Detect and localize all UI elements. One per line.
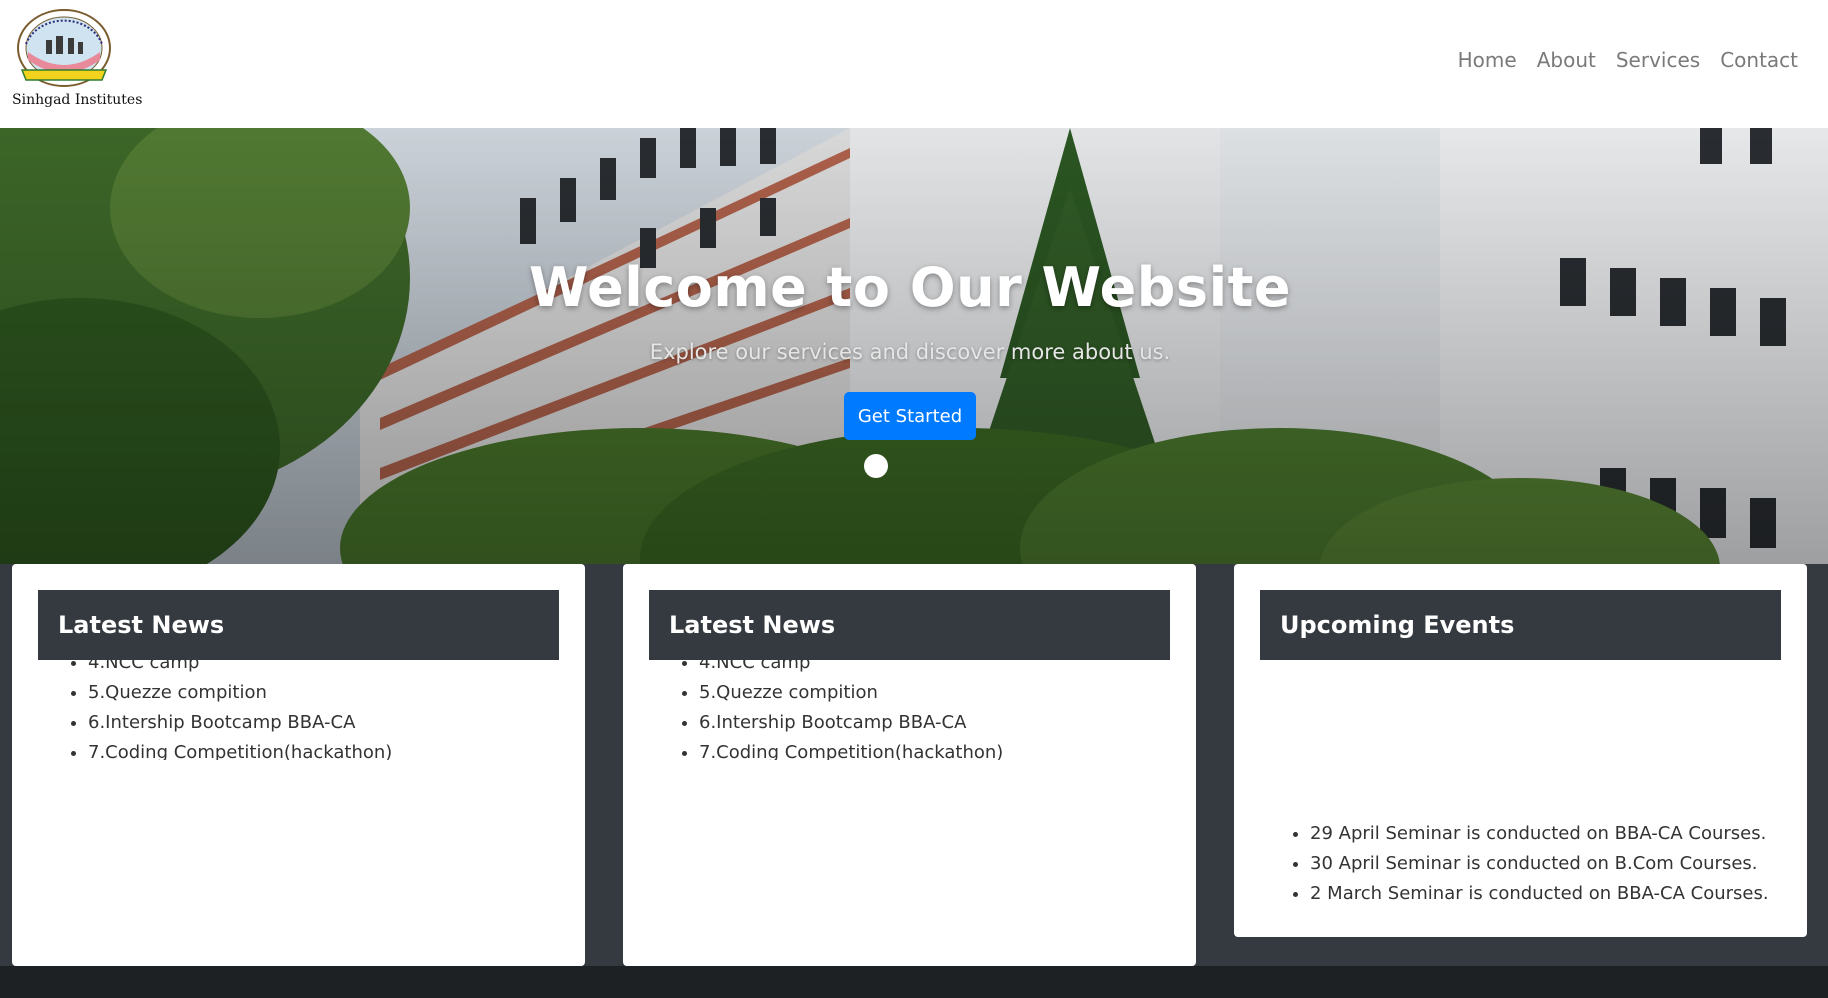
institute-emblem-icon <box>17 9 111 87</box>
nav-about[interactable]: About <box>1537 48 1596 72</box>
nav-contact[interactable]: Contact <box>1720 48 1798 72</box>
list-item: 4.NCC camp <box>699 660 1170 678</box>
news-list-scroll[interactable]: 4.NCC camp 5.Quezze compition 6.Intershi… <box>649 660 1170 760</box>
list-item: 6.Intership Bootcamp BBA-CA <box>88 708 559 738</box>
logo-name: Sinhgad Institutes <box>12 92 143 108</box>
nav-services[interactable]: Services <box>1616 48 1700 72</box>
hero-carousel: Welcome to Our Website Explore our servi… <box>0 128 1828 564</box>
list-item: 5.Quezze compition <box>88 678 559 708</box>
carousel-indicator-dot[interactable] <box>864 454 888 478</box>
list-item: 5.Quezze compition <box>699 678 1170 708</box>
site-logo[interactable]: Sinhgad Institutes <box>12 8 143 114</box>
list-item: 7.Coding Competition(hackathon) <box>699 738 1170 760</box>
list-item: 30 April Seminar is conducted on B.Com C… <box>1310 849 1781 879</box>
news-card-1: Latest News 4.NCC camp 5.Quezze compitio… <box>12 564 585 966</box>
events-list-scroll[interactable]: 29 April Seminar is conducted on BBA-CA … <box>1260 819 1781 907</box>
list-item: 29 April Seminar is conducted on BBA-CA … <box>1310 819 1781 849</box>
main-nav: Home About Services Contact <box>1458 48 1798 72</box>
news-card-2: Latest News 4.NCC camp 5.Quezze compitio… <box>623 564 1196 966</box>
footer <box>0 966 1828 998</box>
list-item: 6.Intership Bootcamp BBA-CA <box>699 708 1170 738</box>
list-item: 4.NCC camp <box>88 660 559 678</box>
get-started-button[interactable]: Get Started <box>844 392 976 440</box>
list-item: 2 March Seminar is conducted on BBA-CA C… <box>1310 879 1781 907</box>
card-heading: Latest News <box>649 590 1170 660</box>
site-header: Sinhgad Institutes Home About Services C… <box>0 0 1828 128</box>
nav-home[interactable]: Home <box>1458 48 1517 72</box>
list-item: 7.Coding Competition(hackathon) <box>88 738 559 760</box>
card-heading: Upcoming Events <box>1260 590 1781 660</box>
events-card: Upcoming Events 29 April Seminar is cond… <box>1234 564 1807 937</box>
news-list-scroll[interactable]: 4.NCC camp 5.Quezze compition 6.Intershi… <box>38 660 559 760</box>
hero-subtitle: Explore our services and discover more a… <box>649 340 1171 364</box>
card-heading: Latest News <box>38 590 559 660</box>
hero-title: Welcome to Our Website <box>528 256 1292 319</box>
